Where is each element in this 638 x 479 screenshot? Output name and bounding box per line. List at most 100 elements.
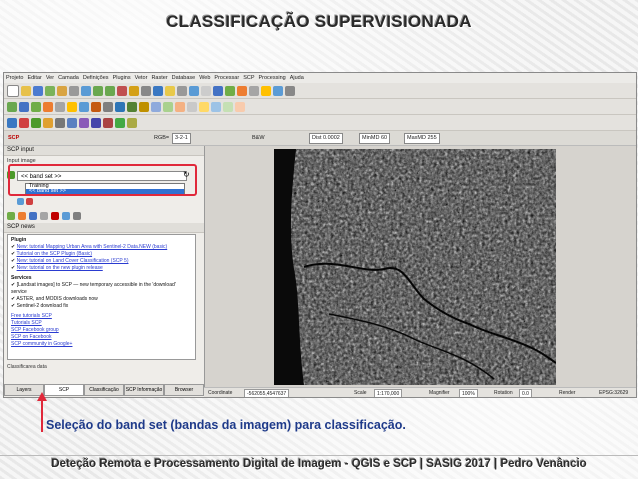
menu-item[interactable]: SCP [243, 75, 254, 81]
news-link[interactable]: Free tutorials SCP [11, 313, 192, 320]
render-label[interactable]: Render [559, 388, 575, 397]
roi-add-icon[interactable] [26, 198, 33, 205]
rgb-field[interactable]: 3-2-1 [172, 133, 191, 144]
cut-icon[interactable] [151, 101, 161, 112]
label-icon[interactable] [237, 85, 247, 96]
identify-icon[interactable] [153, 85, 163, 96]
statistics-icon[interactable] [201, 85, 211, 96]
save-as-icon[interactable] [45, 85, 55, 96]
scale-field[interactable]: 1:170,000 [374, 389, 403, 397]
menu-item[interactable]: Plugins [113, 75, 131, 81]
open-folder-icon[interactable] [21, 85, 31, 96]
zoom-out-icon[interactable] [105, 85, 115, 96]
menu-item[interactable]: Web [199, 75, 210, 81]
refresh-icon[interactable] [141, 85, 151, 96]
rotation-field[interactable]: 0.0 [519, 389, 532, 397]
dist-field[interactable]: Dist 0.0002 [309, 133, 343, 144]
edit-icon[interactable] [91, 101, 101, 112]
roi-icon[interactable] [19, 117, 29, 128]
pan-icon[interactable] [81, 85, 91, 96]
band-set-icon[interactable] [31, 117, 41, 128]
roi-save-icon[interactable] [7, 212, 15, 220]
user-manual-icon[interactable] [127, 117, 137, 128]
scatter-plot-icon[interactable] [103, 117, 113, 128]
menu-item[interactable]: Raster [151, 75, 167, 81]
move-feature-icon[interactable] [127, 101, 137, 112]
max-field[interactable]: MaxMD 255 [404, 133, 440, 144]
new-project-icon[interactable] [7, 84, 19, 97]
attribute-table-icon[interactable] [189, 85, 199, 96]
roi-region-icon[interactable] [62, 212, 70, 220]
add-postgis-icon[interactable] [31, 101, 41, 112]
menu-item[interactable]: Database [172, 75, 196, 81]
add-spatialite-icon[interactable] [43, 101, 53, 112]
news-link[interactable]: SCP community in Google+ [11, 341, 192, 348]
label-tool-icon[interactable] [211, 101, 221, 112]
roi-zoom-icon[interactable] [73, 212, 81, 220]
menu-item[interactable]: Definições [83, 75, 109, 81]
news-link[interactable]: SCP on Facebook [11, 334, 192, 341]
news-link[interactable]: SCP Facebook group [11, 327, 192, 334]
save-icon[interactable] [33, 85, 43, 96]
measure-icon[interactable] [213, 85, 223, 96]
map-canvas[interactable] [274, 149, 556, 385]
roi-undo-icon[interactable] [18, 212, 26, 220]
scale-label: Scale [354, 390, 367, 396]
spectral-plot-icon[interactable] [91, 117, 101, 128]
print-icon[interactable] [57, 85, 67, 96]
menu-item[interactable]: Editar [27, 75, 41, 81]
band-calc-icon[interactable] [79, 117, 89, 128]
postprocessing-icon[interactable] [67, 117, 77, 128]
tab-classificacao[interactable]: Classificação [84, 384, 124, 396]
magnifier-field[interactable]: 100% [459, 389, 478, 397]
deselect-icon[interactable] [177, 85, 187, 96]
menu-item[interactable]: Camada [58, 75, 79, 81]
scp-icon[interactable] [7, 117, 17, 128]
new-shapefile-icon[interactable] [79, 101, 89, 112]
menu-item[interactable]: Projeto [6, 75, 23, 81]
redo-icon[interactable] [199, 101, 209, 112]
roi-list-icon[interactable] [17, 198, 24, 205]
download-icon[interactable] [43, 117, 53, 128]
pin-label-icon[interactable] [223, 101, 233, 112]
roi-redo-icon[interactable] [29, 212, 37, 220]
add-raster-icon[interactable] [19, 101, 29, 112]
plugin-icon[interactable] [273, 85, 283, 96]
zoom-full-icon[interactable] [117, 85, 127, 96]
tab-scp[interactable]: SCP [44, 384, 84, 396]
paste-icon[interactable] [175, 101, 185, 112]
roi-draw-icon[interactable] [51, 212, 59, 220]
settings-icon[interactable] [115, 117, 125, 128]
min-field[interactable]: MinMD 60 [359, 133, 391, 144]
menu-item[interactable]: Ver [46, 75, 54, 81]
menu-item[interactable]: Ajuda [290, 75, 304, 81]
tab-scp-info[interactable]: SCP Informação [124, 384, 164, 396]
tips-icon[interactable] [249, 85, 259, 96]
crs-label[interactable]: EPSG:32629 [599, 388, 628, 397]
news-link[interactable]: Tutorials SCP [11, 320, 192, 327]
annotation-icon[interactable] [225, 85, 235, 96]
preprocessing-icon[interactable] [55, 117, 65, 128]
add-wms-icon[interactable] [55, 101, 65, 112]
add-vector-icon[interactable] [7, 101, 17, 112]
rotate-label-icon[interactable] [235, 101, 245, 112]
coord-field[interactable]: -562055,4547637 [244, 389, 290, 397]
add-wfs-icon[interactable] [67, 101, 77, 112]
help-icon[interactable] [285, 85, 295, 96]
menu-item[interactable]: Vetor [135, 75, 148, 81]
digitize-icon[interactable] [103, 101, 113, 112]
roi-delete-icon[interactable] [40, 212, 48, 220]
zoom-layer-icon[interactable] [129, 85, 139, 96]
undo-icon[interactable] [187, 101, 197, 112]
node-tool-icon[interactable] [115, 101, 125, 112]
tab-browser[interactable]: Browser [164, 384, 204, 396]
select-icon[interactable] [165, 85, 175, 96]
python-icon[interactable] [261, 85, 271, 96]
zoom-in-icon[interactable] [93, 85, 103, 96]
menu-item[interactable]: Processing [259, 75, 286, 81]
copy-icon[interactable] [163, 101, 173, 112]
tab-layers[interactable]: Layers [4, 384, 44, 396]
delete-feature-icon[interactable] [139, 101, 149, 112]
menu-item[interactable]: Processar [214, 75, 239, 81]
composer-icon[interactable] [69, 85, 79, 96]
